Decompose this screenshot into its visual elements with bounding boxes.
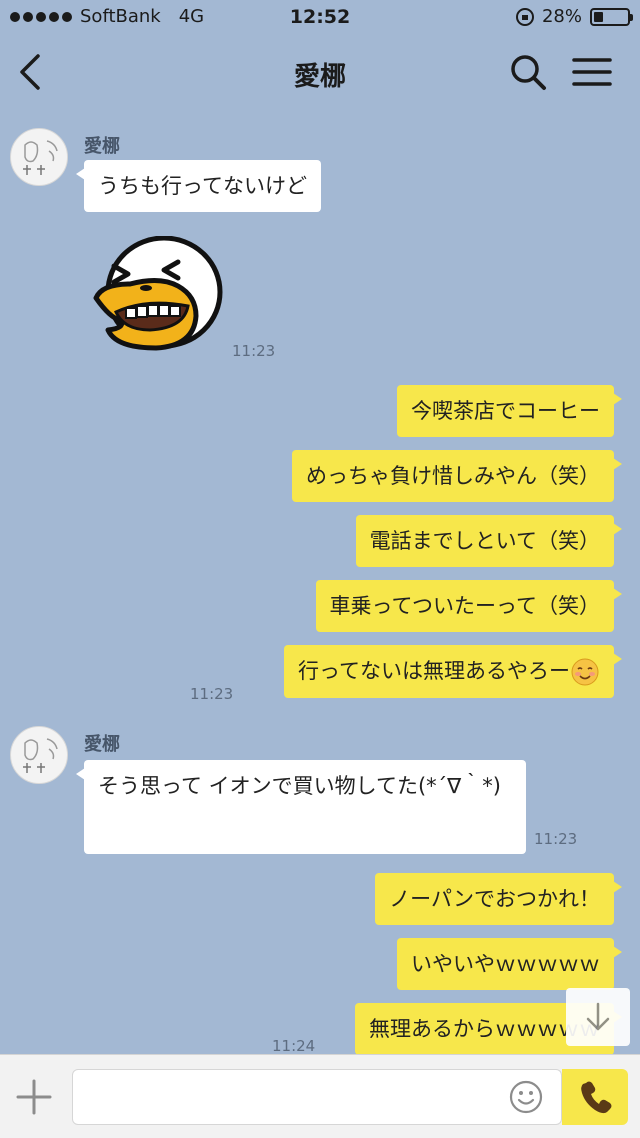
sender-name: 愛梛 <box>84 136 120 157</box>
message-time: 11:23 <box>534 830 578 848</box>
message-bubble-outgoing[interactable]: 今喫茶店でコーヒー <box>397 385 622 437</box>
message-bubble-outgoing[interactable]: 行ってないは無理あるやろー <box>284 645 622 698</box>
chat-header: 愛梛 <box>0 36 640 110</box>
plus-icon <box>16 1079 52 1115</box>
menu-button[interactable] <box>570 52 614 92</box>
message-input-bar <box>0 1054 640 1138</box>
phone-icon <box>581 1081 612 1114</box>
scroll-to-bottom-button[interactable] <box>566 988 630 1046</box>
blushing-smile-emoji-icon <box>571 658 599 686</box>
message-bubble-outgoing[interactable]: ノーパンでおつかれ！ <box>375 873 622 925</box>
battery-percent: 28% <box>541 6 582 27</box>
message-time: 11:23 <box>190 685 234 703</box>
call-button[interactable] <box>562 1069 628 1125</box>
search-icon <box>511 55 546 90</box>
sticker-duck-laughing[interactable] <box>86 236 226 354</box>
search-button[interactable] <box>508 52 548 92</box>
emoji-button[interactable] <box>508 1079 544 1115</box>
message-bubble-incoming[interactable]: うちも行ってないけど <box>76 160 321 212</box>
smiley-icon <box>509 1080 543 1114</box>
battery-fill <box>594 11 603 22</box>
message-input[interactable] <box>72 1069 562 1125</box>
message-bubble-outgoing[interactable]: 電話までしといて（笑） <box>355 515 623 567</box>
message-bubble-outgoing[interactable]: めっちゃ負け惜しみやん（笑） <box>292 450 622 502</box>
avatar-image <box>23 140 58 175</box>
message-bubble-outgoing[interactable]: 車乗ってついたーって（笑） <box>315 580 623 632</box>
avatar[interactable] <box>10 726 68 784</box>
avatar-image <box>23 738 58 773</box>
message-bubble-outgoing[interactable]: いやいやｗｗｗｗｗ <box>397 938 622 990</box>
sender-name: 愛梛 <box>84 734 120 755</box>
add-attachment-button[interactable] <box>14 1077 54 1117</box>
arrow-down-icon <box>586 1002 610 1031</box>
message-bubble-incoming[interactable]: そう思って イオンで買い物してた(*´∇｀*) <box>76 760 526 854</box>
status-right: 28% <box>515 6 633 27</box>
message-text: 行ってないは無理あるやろー <box>298 659 570 683</box>
hamburger-menu-icon <box>572 58 612 86</box>
rotation-lock-icon <box>515 7 534 26</box>
avatar[interactable] <box>10 128 68 186</box>
message-time: 11:24 <box>272 1037 316 1055</box>
status-bar: SoftBank 4G 12:52 28% <box>0 0 640 36</box>
battery-icon <box>590 7 633 26</box>
message-time: 11:23 <box>232 342 276 360</box>
